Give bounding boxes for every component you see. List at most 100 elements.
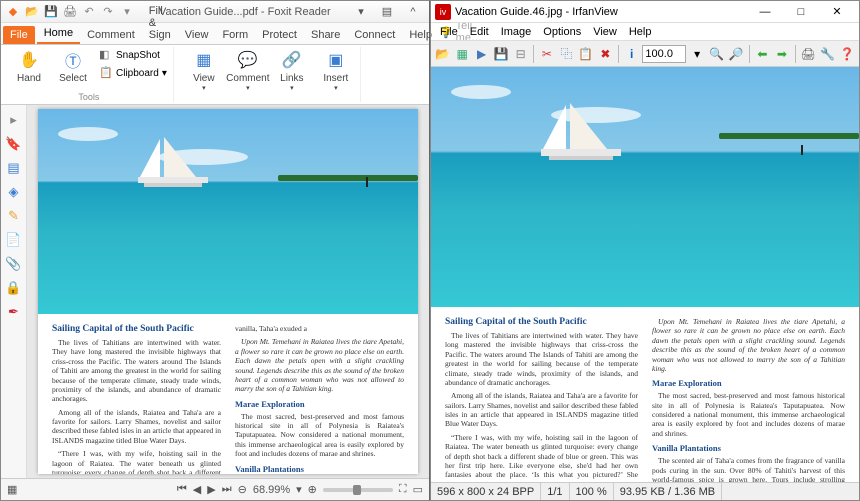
- about-icon[interactable]: ❓: [838, 44, 855, 64]
- undo-icon[interactable]: ↶: [81, 4, 97, 20]
- thumbnails-icon[interactable]: ▦: [453, 44, 470, 64]
- zoom-in-icon[interactable]: 🔍: [708, 44, 725, 64]
- chevron-down-icon: ▾: [290, 84, 294, 92]
- menu-file[interactable]: File: [435, 25, 463, 39]
- section-heading: Vanilla Plantations: [235, 464, 404, 474]
- redo-icon[interactable]: ↷: [100, 4, 116, 20]
- minimize-button[interactable]: —: [747, 2, 783, 22]
- window-title: Vacation Guide.46.jpg - IrfanView: [455, 6, 618, 18]
- signatures-icon[interactable]: 🔒: [5, 279, 23, 297]
- bookmarks-icon[interactable]: 🔖: [5, 135, 23, 153]
- app-icon[interactable]: ◆: [5, 4, 21, 20]
- insert-button[interactable]: ▣Insert▾: [316, 47, 356, 94]
- sidebar-expand-icon[interactable]: ▸: [5, 111, 23, 129]
- sailboat-graphic: [138, 137, 218, 193]
- next-file-icon[interactable]: ➡: [773, 44, 790, 64]
- prev-page-icon[interactable]: ◀: [193, 483, 201, 496]
- menu-help[interactable]: Help: [624, 25, 657, 39]
- tab-share[interactable]: Share: [304, 26, 347, 44]
- select-button[interactable]: ⓉSelect: [53, 47, 93, 86]
- window-title: Vacation Guide...pdf - Foxit Reader: [159, 6, 331, 18]
- nav-sidebar: ▸ 🔖 ▤ ◈ ✎ 📄 📎 🔒 ✒: [1, 105, 27, 478]
- tab-file[interactable]: File: [3, 26, 35, 44]
- fit-width-icon[interactable]: ⛶: [399, 483, 407, 496]
- signature-pen-icon[interactable]: ✒: [5, 303, 23, 321]
- comments-icon[interactable]: ✎: [5, 207, 23, 225]
- clipboard-button[interactable]: 📋Clipboard ▾: [97, 65, 169, 81]
- open-icon[interactable]: 📂: [24, 4, 40, 20]
- status-page: 1/1: [541, 483, 569, 500]
- zoom-input[interactable]: [642, 45, 686, 63]
- zoom-slider[interactable]: [323, 488, 393, 492]
- zoom-in-icon[interactable]: ⊕: [308, 483, 317, 496]
- view-icon: ▦: [193, 49, 215, 71]
- tab-connect[interactable]: Connect: [347, 26, 402, 44]
- chevron-down-icon: ▾: [162, 68, 167, 79]
- tab-comment[interactable]: Comment: [80, 26, 142, 44]
- document-area[interactable]: Sailing Capital of the South Pacific The…: [27, 105, 429, 478]
- tab-form[interactable]: Form: [215, 26, 255, 44]
- next-page-icon[interactable]: ▶: [207, 483, 215, 496]
- view-mode-icon[interactable]: ▦: [7, 483, 17, 496]
- zoom-value[interactable]: 68.99%: [253, 484, 290, 496]
- foxit-window: ◆ 📂 💾 🖨 ↶ ↷ ▾ Vacation Guide...pdf - Fox…: [0, 0, 430, 501]
- cut-icon[interactable]: ✂: [538, 44, 555, 64]
- zoom-out-icon[interactable]: 🔎: [727, 44, 744, 64]
- toolbar: 📂 ▦ ▶ 💾 ⊟ ✂ ⿻ 📋 ✖ i ▾ 🔍 🔎 ⬅ ➡ 🖨 🔧 ❓: [431, 41, 859, 67]
- ribbon-collapse-icon[interactable]: ▤: [375, 4, 399, 20]
- paste-icon[interactable]: 📋: [577, 44, 594, 64]
- maximize-button[interactable]: □: [783, 2, 819, 22]
- info-icon[interactable]: i: [623, 44, 640, 64]
- tab-fill-sign[interactable]: Fill & Sign: [142, 2, 178, 44]
- acquire-icon[interactable]: ⊟: [512, 44, 529, 64]
- qat-dropdown-icon[interactable]: ▾: [119, 4, 135, 20]
- slideshow-icon[interactable]: ▶: [473, 44, 490, 64]
- settings-icon[interactable]: 🔧: [819, 44, 836, 64]
- layers-icon[interactable]: ◈: [5, 183, 23, 201]
- snapshot-button[interactable]: ◧SnapShot: [97, 47, 169, 63]
- zoom-out-icon[interactable]: ⊖: [238, 483, 247, 496]
- status-dimensions: 596 x 800 x 24 BPP: [431, 483, 541, 500]
- menu-options[interactable]: Options: [538, 25, 586, 39]
- view-button[interactable]: ▦View▾: [184, 47, 224, 94]
- open-icon[interactable]: 📂: [434, 44, 451, 64]
- insert-icon: ▣: [325, 49, 347, 71]
- delete-icon[interactable]: ✖: [597, 44, 614, 64]
- menu-edit[interactable]: Edit: [465, 25, 494, 39]
- tab-view[interactable]: View: [178, 26, 216, 44]
- clipboard-icon: 📋: [99, 66, 113, 80]
- zoom-dropdown-icon[interactable]: ▾: [688, 44, 705, 64]
- attachments-icon[interactable]: 📎: [5, 255, 23, 273]
- menu-image[interactable]: Image: [496, 25, 537, 39]
- copy-icon[interactable]: ⿻: [558, 44, 575, 64]
- minimize-ribbon-icon[interactable]: ^: [401, 4, 425, 20]
- last-page-icon[interactable]: ⏭: [222, 483, 232, 496]
- tab-protect[interactable]: Protect: [255, 26, 304, 44]
- save-icon[interactable]: 💾: [492, 44, 509, 64]
- prev-file-icon[interactable]: ⬅: [754, 44, 771, 64]
- irfan-titlebar: iv Vacation Guide.46.jpg - IrfanView — □…: [431, 1, 859, 23]
- links-button[interactable]: 🔗Links▾: [272, 47, 312, 94]
- select-icon: Ⓣ: [62, 49, 84, 71]
- articles-icon[interactable]: 📄: [5, 231, 23, 249]
- save-icon[interactable]: 💾: [43, 4, 59, 20]
- ribbon: ✋Hand ⓉSelect ◧SnapShot 📋Clipboard ▾ Too…: [1, 45, 429, 105]
- menu-view[interactable]: View: [588, 25, 622, 39]
- ribbon-dropdown-icon[interactable]: ▾: [349, 4, 373, 20]
- print-icon[interactable]: 🖨: [799, 44, 816, 64]
- close-button[interactable]: ✕: [819, 2, 855, 22]
- tab-home[interactable]: Home: [37, 24, 80, 44]
- comment-icon: 💬: [237, 49, 259, 71]
- comment-button[interactable]: 💬Comment▾: [228, 47, 268, 94]
- first-page-icon[interactable]: ⏮: [177, 483, 187, 496]
- fit-page-icon[interactable]: ▭: [413, 483, 423, 496]
- hand-button[interactable]: ✋Hand: [9, 47, 49, 86]
- foxit-statusbar: ▦ ⏮ ◀ ▶ ⏭ ⊖ 68.99% ▾ ⊕ ⛶ ▭: [1, 478, 429, 500]
- camera-icon: ◧: [99, 48, 113, 62]
- print-icon[interactable]: 🖨: [62, 4, 78, 20]
- image-area[interactable]: Sailing Capital of the South Pacific The…: [431, 67, 859, 482]
- foxit-titlebar: ◆ 📂 💾 🖨 ↶ ↷ ▾ Vacation Guide...pdf - Fox…: [1, 1, 429, 23]
- pdf-page: Sailing Capital of the South Pacific The…: [38, 109, 418, 474]
- pages-icon[interactable]: ▤: [5, 159, 23, 177]
- zoom-dropdown-icon[interactable]: ▾: [296, 483, 302, 496]
